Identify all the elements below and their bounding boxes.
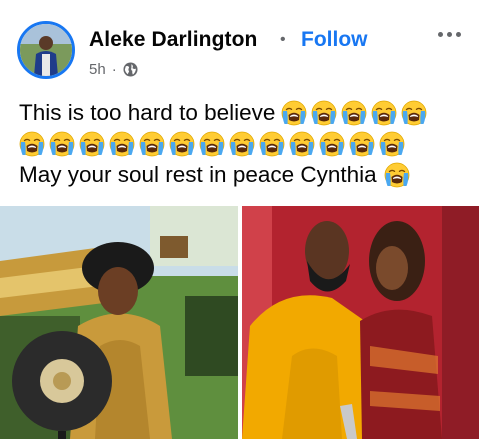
post-meta: 5h ·	[89, 61, 138, 78]
loudly-crying-face-icon	[281, 100, 307, 126]
loudly-crying-face-icon	[229, 131, 255, 157]
post-header: Aleke Darlington • Follow 5h ·	[0, 0, 479, 92]
post-text-line-1: This is too hard to believe	[19, 97, 469, 128]
meta-separator: ·	[111, 61, 117, 78]
photo-woman-with-fan[interactable]	[0, 206, 238, 439]
emoji-group-2	[19, 131, 409, 157]
loudly-crying-face-icon	[349, 131, 375, 157]
loudly-crying-face-icon	[289, 131, 315, 157]
post-text-1: This is too hard to believe	[19, 100, 276, 125]
loudly-crying-face-icon	[341, 100, 367, 126]
author-name[interactable]: Aleke Darlington	[89, 28, 257, 52]
loudly-crying-face-icon	[401, 100, 427, 126]
header-separator: •	[280, 31, 286, 48]
globe-icon[interactable]	[123, 62, 138, 77]
loudly-crying-face-icon	[371, 100, 397, 126]
emoji-group-3	[384, 162, 414, 188]
loudly-crying-face-icon	[49, 131, 75, 157]
loudly-crying-face-icon	[19, 131, 45, 157]
loudly-crying-face-icon	[139, 131, 165, 157]
author-avatar[interactable]	[17, 21, 75, 79]
loudly-crying-face-icon	[379, 131, 405, 157]
more-options-icon[interactable]	[431, 24, 467, 44]
loudly-crying-face-icon	[109, 131, 135, 157]
avatar-photo	[20, 24, 72, 76]
loudly-crying-face-icon	[319, 131, 345, 157]
post-text: This is too hard to believe May your sou…	[19, 97, 469, 190]
post-time[interactable]: 5h	[89, 61, 106, 78]
post-text-line-3: May your soul rest in peace Cynthia	[19, 159, 469, 190]
loudly-crying-face-icon	[169, 131, 195, 157]
post-text-line-2	[19, 128, 469, 159]
loudly-crying-face-icon	[259, 131, 285, 157]
follow-button[interactable]: Follow	[301, 28, 368, 52]
loudly-crying-face-icon	[79, 131, 105, 157]
emoji-group-1	[281, 100, 431, 126]
post-text-3: May your soul rest in peace Cynthia	[19, 162, 377, 187]
loudly-crying-face-icon	[199, 131, 225, 157]
post-photos	[0, 206, 479, 439]
loudly-crying-face-icon	[384, 162, 410, 188]
loudly-crying-face-icon	[311, 100, 337, 126]
photo-couple[interactable]	[242, 206, 479, 439]
